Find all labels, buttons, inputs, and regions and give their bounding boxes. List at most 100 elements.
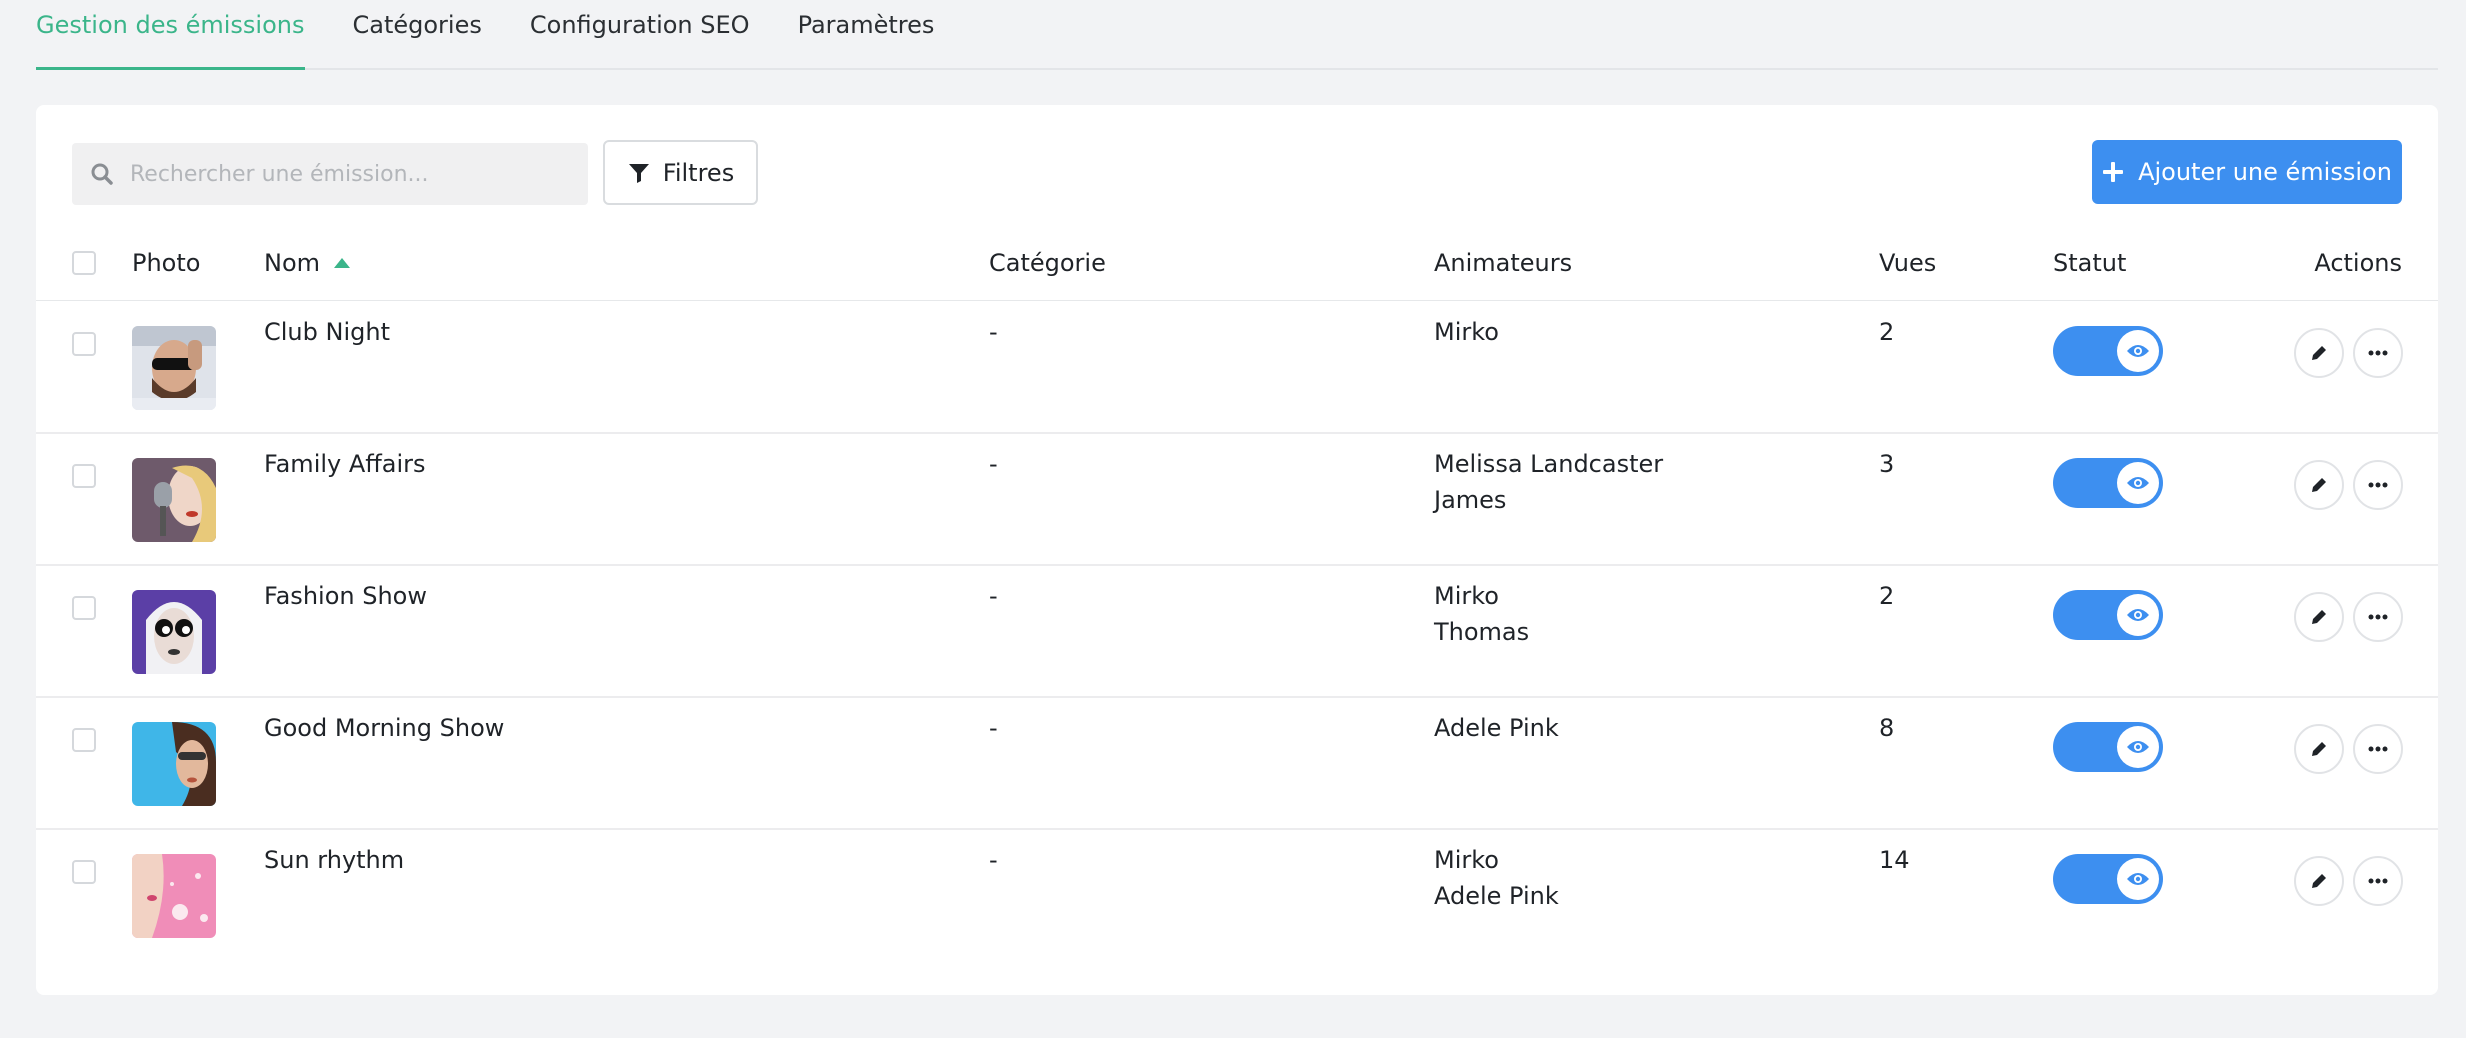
edit-button[interactable] <box>2294 592 2344 642</box>
show-host: Mirko <box>1434 582 1499 610</box>
show-views: 2 <box>1879 582 1895 610</box>
edit-button[interactable] <box>2294 328 2344 378</box>
more-actions-button[interactable] <box>2353 856 2403 906</box>
search-icon <box>91 163 113 185</box>
eye-icon <box>2127 873 2149 885</box>
shows-card: Filtres Ajouter une émission Photo Nom C… <box>36 105 2438 995</box>
ellipsis-icon <box>2368 746 2388 752</box>
edit-button[interactable] <box>2294 460 2344 510</box>
tab-categories[interactable]: Catégories <box>353 0 482 70</box>
show-category: - <box>989 450 998 478</box>
filter-button[interactable]: Filtres <box>603 140 758 205</box>
header-actions: Actions <box>2314 249 2402 277</box>
ellipsis-icon <box>2368 614 2388 620</box>
edit-button[interactable] <box>2294 724 2344 774</box>
show-category: - <box>989 582 998 610</box>
header-vues[interactable]: Vues <box>1879 225 1936 301</box>
show-views: 14 <box>1879 846 1910 874</box>
status-toggle[interactable] <box>2053 326 2163 376</box>
plus-icon <box>2103 162 2124 182</box>
show-host: James <box>1434 486 1507 514</box>
header-nom-label: Nom <box>264 249 321 277</box>
show-category: - <box>989 846 998 874</box>
table-row: Fashion Show - Mirko Thomas 2 <box>36 566 2438 698</box>
visibility-knob <box>2117 594 2159 636</box>
show-name: Fashion Show <box>264 582 427 610</box>
show-name: Good Morning Show <box>264 714 505 742</box>
filter-button-label: Filtres <box>662 158 735 187</box>
select-all-cell <box>72 225 96 301</box>
eye-icon <box>2127 741 2149 753</box>
ellipsis-icon <box>2368 482 2388 488</box>
show-host: Melissa Landcaster <box>1434 450 1664 478</box>
table-row: Family Affairs - Melissa Landcaster Jame… <box>36 434 2438 566</box>
add-show-button-label: Ajouter une émission <box>2138 158 2392 186</box>
ellipsis-icon <box>2368 878 2388 884</box>
visibility-knob <box>2117 726 2159 768</box>
visibility-knob <box>2117 858 2159 900</box>
row-checkbox[interactable] <box>72 596 96 620</box>
show-photo-good-morning-show <box>132 722 216 806</box>
show-photo-family-affairs <box>132 458 216 542</box>
header-categorie[interactable]: Catégorie <box>989 225 1106 301</box>
more-actions-button[interactable] <box>2353 592 2403 642</box>
sort-ascending-icon <box>334 258 351 268</box>
show-name: Family Affairs <box>264 450 426 478</box>
eye-icon <box>2127 345 2149 357</box>
row-checkbox[interactable] <box>72 860 96 884</box>
show-views: 3 <box>1879 450 1895 478</box>
status-toggle[interactable] <box>2053 590 2163 640</box>
filter-icon <box>628 163 649 183</box>
pencil-icon <box>2312 478 2326 492</box>
show-photo-fashion-show <box>132 590 216 674</box>
row-checkbox[interactable] <box>72 728 96 752</box>
search-input[interactable] <box>130 161 570 187</box>
pencil-icon <box>2312 610 2326 624</box>
show-name: Sun rhythm <box>264 846 405 874</box>
table-header: Photo Nom Catégorie Animateurs Vues Stat… <box>36 225 2438 301</box>
table-row: Good Morning Show - Adele Pink 8 <box>36 698 2438 830</box>
eye-icon <box>2127 477 2149 489</box>
tab-bar: Gestion des émissions Catégories Configu… <box>36 0 2438 70</box>
status-toggle[interactable] <box>2053 458 2163 508</box>
show-name: Club Night <box>264 318 390 346</box>
eye-icon <box>2127 609 2149 621</box>
show-host: Thomas <box>1434 618 1530 646</box>
visibility-knob <box>2117 330 2159 372</box>
show-photo-sun-rhythm <box>132 854 216 938</box>
pencil-icon <box>2312 346 2326 360</box>
header-nom[interactable]: Nom <box>264 225 351 301</box>
show-host: Adele Pink <box>1434 882 1559 910</box>
table-row: Sun rhythm - Mirko Adele Pink 14 <box>36 830 2438 962</box>
header-photo: Photo <box>132 249 201 277</box>
row-checkbox[interactable] <box>72 464 96 488</box>
more-actions-button[interactable] <box>2353 328 2403 378</box>
tab-gestion-des-emissions[interactable]: Gestion des émissions <box>36 0 305 70</box>
status-toggle[interactable] <box>2053 722 2163 772</box>
edit-button[interactable] <box>2294 856 2344 906</box>
show-category: - <box>989 714 998 742</box>
pencil-icon <box>2312 742 2326 756</box>
visibility-knob <box>2117 462 2159 504</box>
tab-configuration-seo[interactable]: Configuration SEO <box>530 0 750 70</box>
search-box <box>72 143 588 205</box>
status-toggle[interactable] <box>2053 854 2163 904</box>
show-photo-club-night <box>132 326 216 410</box>
header-animateurs[interactable]: Animateurs <box>1434 225 1572 301</box>
row-checkbox[interactable] <box>72 332 96 356</box>
tab-parametres[interactable]: Paramètres <box>798 0 935 70</box>
ellipsis-icon <box>2368 350 2388 356</box>
table-row: Club Night - Mirko 2 <box>36 302 2438 434</box>
header-statut[interactable]: Statut <box>2053 225 2126 301</box>
show-views: 8 <box>1879 714 1895 742</box>
select-all-checkbox[interactable] <box>72 251 96 275</box>
show-category: - <box>989 318 998 346</box>
show-host: Adele Pink <box>1434 714 1559 742</box>
more-actions-button[interactable] <box>2353 460 2403 510</box>
add-show-button[interactable]: Ajouter une émission <box>2092 140 2402 204</box>
more-actions-button[interactable] <box>2353 724 2403 774</box>
show-host: Mirko <box>1434 318 1499 346</box>
pencil-icon <box>2312 874 2326 888</box>
show-host: Mirko <box>1434 846 1499 874</box>
show-views: 2 <box>1879 318 1895 346</box>
